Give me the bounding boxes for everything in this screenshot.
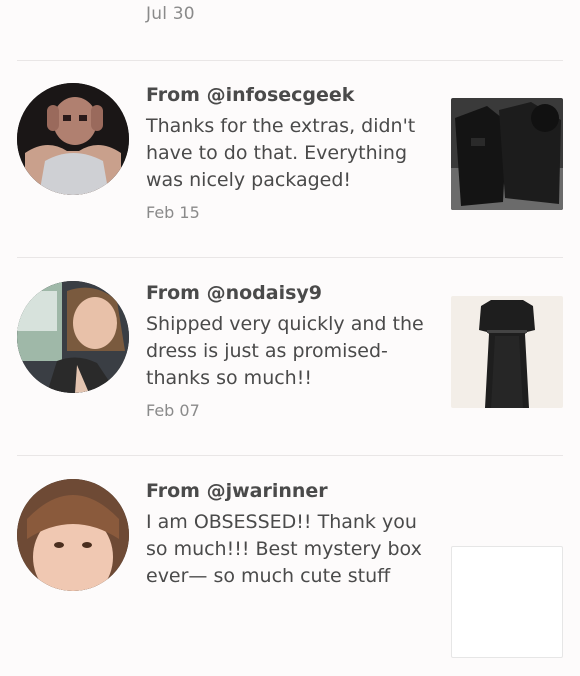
review-date: Feb 07 xyxy=(146,401,200,420)
list-item[interactable]: From @nodaisy9 Shipped very quickly and … xyxy=(0,281,580,478)
review-author[interactable]: From @jwarinner xyxy=(146,479,328,503)
review-text: I am OBSESSED!! Thank you so much!!! Bes… xyxy=(146,511,422,587)
review-text: Thanks for the extras, didn't have to do… xyxy=(146,115,416,191)
avatar[interactable] xyxy=(17,281,129,393)
avatar[interactable] xyxy=(17,83,129,195)
listing-thumbnail[interactable] xyxy=(451,546,563,658)
avatar[interactable] xyxy=(17,479,129,591)
review-text: Shipped very quickly and the dress is ju… xyxy=(146,313,424,389)
list-item[interactable]: From @infosecgeek Thanks for the extras,… xyxy=(0,83,580,280)
divider xyxy=(17,60,563,61)
divider xyxy=(17,455,563,456)
list-item[interactable]: From @jwarinner I am OBSESSED!! Thank yo… xyxy=(0,479,580,676)
listing-thumbnail[interactable] xyxy=(451,98,563,210)
review-author[interactable]: From @infosecgeek xyxy=(146,83,354,107)
listing-thumbnail[interactable] xyxy=(451,296,563,408)
review-date-previous: Jul 30 xyxy=(146,4,195,24)
review-author[interactable]: From @nodaisy9 xyxy=(146,281,322,305)
review-date: Feb 15 xyxy=(146,203,200,222)
divider xyxy=(17,257,563,258)
